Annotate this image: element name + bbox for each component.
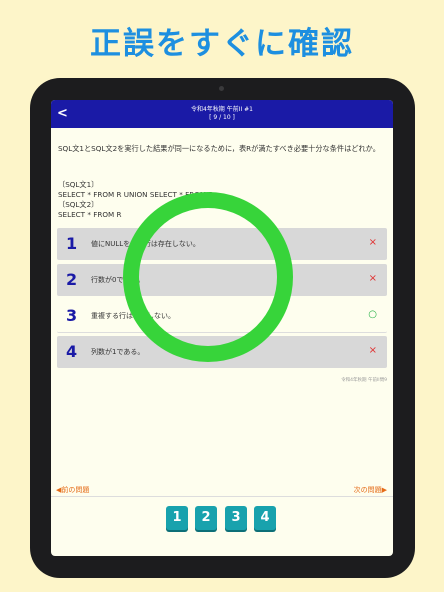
answer-button-1[interactable]: 1 <box>166 506 188 530</box>
promo-headline: 正誤をすぐに確認 <box>90 26 354 62</box>
question-text: SQL文1とSQL文2を実行した結果が同一になるために，表Rが満たすべき必要十分… <box>58 144 380 153</box>
wrong-mark-icon: × <box>368 237 377 248</box>
navigation-bar: < 令和4年秋期 午前II #1 [ 9 / 10 ] <box>51 100 393 128</box>
choice-number: 4 <box>66 342 78 361</box>
nav-progress: [ 9 / 10 ] <box>209 114 235 121</box>
prev-question-link[interactable]: ◀前の問題 <box>56 485 89 495</box>
answer-button-2[interactable]: 2 <box>195 506 217 530</box>
divider <box>51 496 393 497</box>
nav-title: 令和4年秋期 午前II #1 <box>190 106 254 113</box>
wrong-mark-icon: × <box>368 273 377 284</box>
next-question-link[interactable]: 次の問題▶ <box>354 485 387 495</box>
correct-mark-icon: ○ <box>368 309 377 320</box>
choice-number: 3 <box>66 306 78 325</box>
choice-number: 2 <box>66 270 78 289</box>
answer-button-3[interactable]: 3 <box>225 506 247 530</box>
correct-circle-overlay-icon <box>123 192 293 362</box>
wrong-mark-icon: × <box>368 345 377 356</box>
answer-button-4[interactable]: 4 <box>254 506 276 530</box>
question-source: 令和4年秋期 午前II問9 <box>341 378 387 383</box>
choice-text: 列数が1である。 <box>91 348 145 356</box>
choice-number: 1 <box>66 234 78 253</box>
sql1-label: 〔SQL文1〕 <box>58 180 99 189</box>
camera-dot <box>219 86 224 91</box>
